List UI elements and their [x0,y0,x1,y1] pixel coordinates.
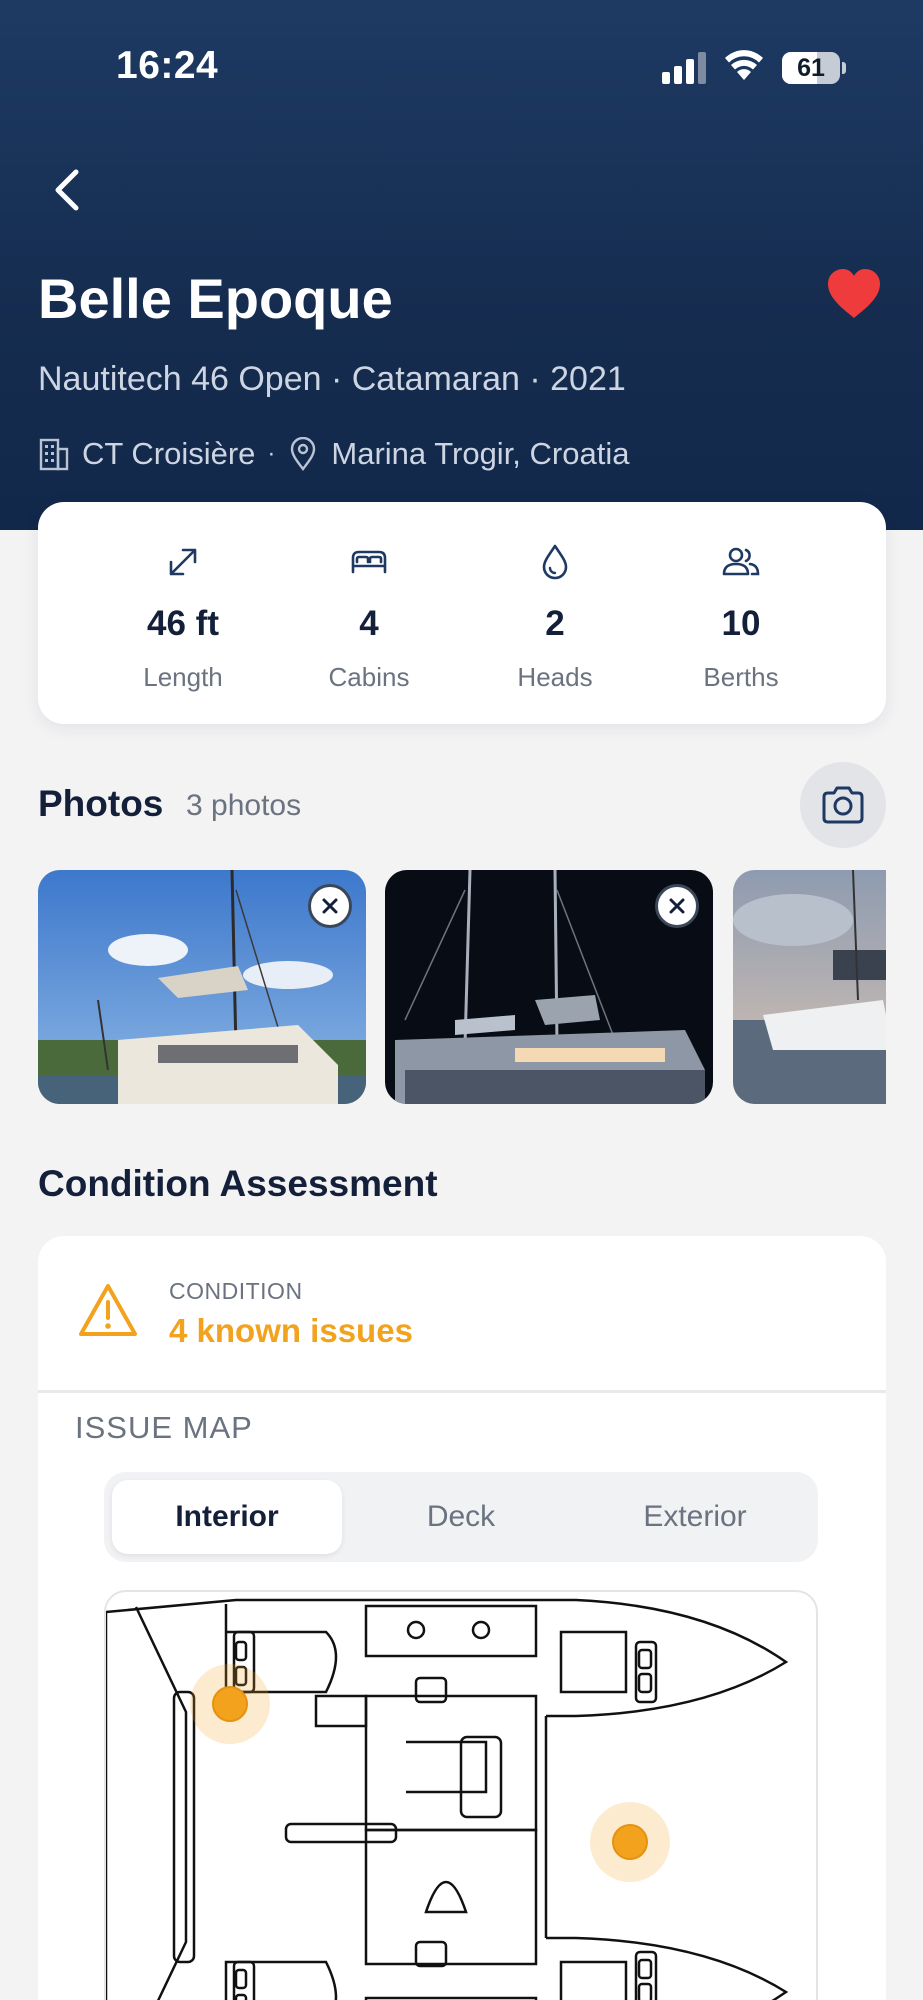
favorite-heart-icon[interactable] [826,268,882,320]
boat-subtitle: Nautitech 46 Open · Catamaran · 2021 [38,360,626,398]
issue-map-label: ISSUE MAP [75,1410,253,1445]
condition-card: CONDITION 4 known issues ISSUE MAP Inter… [38,1236,886,2000]
battery-icon: 61 [782,52,846,84]
tab-interior[interactable]: Interior [112,1480,342,1554]
close-icon [669,898,685,914]
camera-icon [822,786,864,824]
spec-value: 46 ft [147,604,219,643]
chevron-left-icon [55,169,79,211]
condition-section-title: Condition Assessment [38,1163,438,1204]
tab-deck[interactable]: Deck [346,1480,576,1554]
issue-marker[interactable] [190,1664,270,1744]
remove-photo-button[interactable] [308,884,352,928]
issue-map-tabs: Interior Deck Exterior [104,1472,818,1562]
meta-separator: · [267,440,276,467]
condition-label: CONDITION [169,1278,303,1304]
people-icon [722,547,760,576]
spec-value: 2 [545,604,565,643]
divider [38,1390,886,1393]
cellular-signal-icon [662,52,706,84]
spec-label: Heads [517,662,593,692]
battery-level: 61 [797,54,825,82]
condition-value: 4 known issues [169,1312,413,1349]
interior-deck-plan[interactable] [104,1590,818,2000]
charter-company: CT Croisière [82,436,256,471]
photos-count: 3 photos [186,789,302,822]
spec-label: Cabins [328,662,410,692]
boat-meta: CT Croisière · Marina Trogir, Croatia [38,432,629,476]
spec-berths: 10 Berths [656,502,826,724]
location-pin-icon [291,437,316,471]
bed-icon [351,550,387,574]
back-button[interactable] [42,162,92,218]
boat-name: Belle Epoque [38,267,393,330]
add-photo-button[interactable] [800,762,886,848]
close-icon [322,898,338,914]
building-icon [39,438,69,471]
water-drop-icon [542,544,568,580]
spec-cabins: 4 Cabins [284,502,454,724]
spec-label: Berths [703,662,779,692]
spec-value: 4 [359,604,379,643]
remove-photo-button[interactable] [655,884,699,928]
photos-title: Photos [38,783,164,824]
spec-length: 46 ft Length [98,502,268,724]
photo-thumbnail-1[interactable] [38,870,366,1104]
spec-value: 10 [721,604,761,643]
status-time: 16:24 [116,44,219,87]
catamaran-floor-plan [106,1598,789,2000]
boat-header: 16:24 61 Belle Epoque Nautitech 46 Open … [0,0,923,530]
issue-marker[interactable] [590,1802,670,1882]
catamaran-sunset-photo [733,870,886,1104]
tab-exterior[interactable]: Exterior [580,1480,810,1554]
spec-heads: 2 Heads [470,502,640,724]
photo-carousel[interactable] [38,870,886,1104]
status-bar: 16:24 61 [0,0,923,140]
specs-card: 46 ft Length 4 Cabins 2 Heads 10 Berths [38,502,886,724]
boat-location: Marina Trogir, Croatia [331,436,630,471]
spec-label: Length [143,662,223,692]
arrows-expand-icon [169,548,197,576]
photo-thumbnail-3[interactable] [733,870,886,1104]
photo-thumbnail-2[interactable] [385,870,713,1104]
wifi-icon [725,50,763,80]
warning-triangle-icon [79,1284,137,1336]
